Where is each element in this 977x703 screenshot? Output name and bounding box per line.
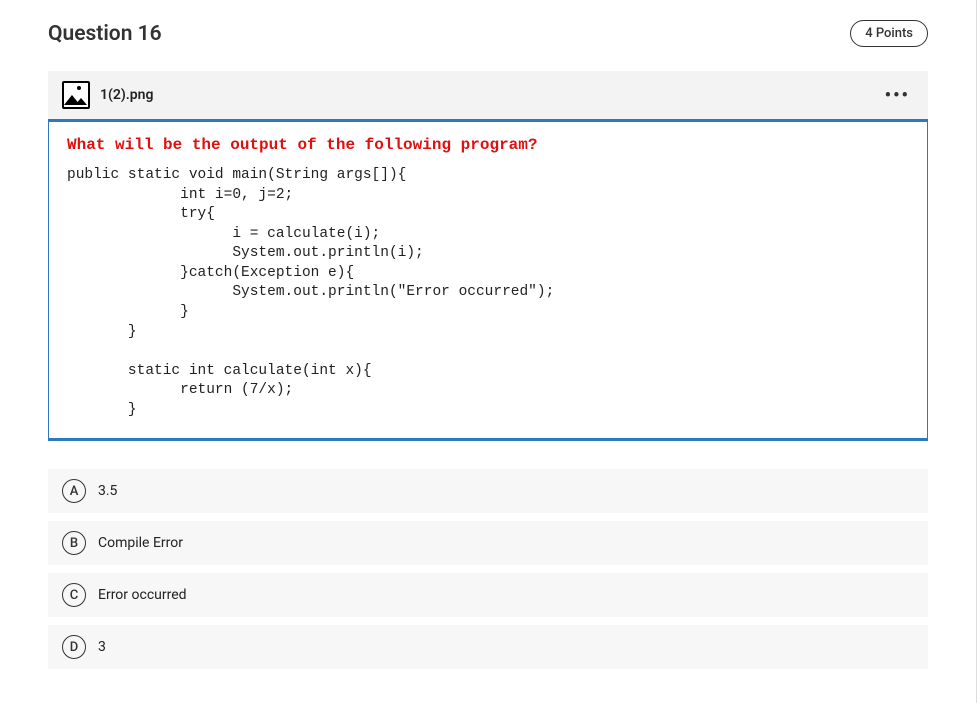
option-text: Error occurred: [98, 587, 187, 603]
image-icon: [62, 81, 90, 109]
answer-option-d[interactable]: D 3: [48, 625, 928, 669]
section-divider: [48, 439, 928, 441]
attachment-left: 1(2).png: [62, 81, 153, 109]
option-text: 3.5: [98, 483, 117, 499]
points-badge: 4 Points: [850, 20, 928, 47]
option-bubble: D: [62, 635, 86, 659]
answer-option-c[interactable]: C Error occurred: [48, 573, 928, 617]
attachment-bar: 1(2).png •••: [48, 71, 928, 121]
question-header: Question 16 4 Points: [48, 20, 928, 47]
answer-option-b[interactable]: B Compile Error: [48, 521, 928, 565]
question-body: What will be the output of the following…: [48, 121, 928, 439]
question-prompt: What will be the output of the following…: [67, 136, 909, 154]
answer-option-a[interactable]: A 3.5: [48, 469, 928, 513]
option-text: 3: [98, 639, 106, 655]
question-page: Question 16 4 Points 1(2).png ••• What w…: [0, 0, 977, 703]
code-block: public static void main(String args[]){ …: [67, 166, 909, 420]
option-text: Compile Error: [98, 535, 183, 551]
option-bubble: B: [62, 531, 86, 555]
question-title: Question 16: [48, 22, 162, 46]
attachment-filename: 1(2).png: [100, 87, 153, 103]
more-options-icon[interactable]: •••: [881, 85, 914, 106]
option-bubble: A: [62, 479, 86, 503]
option-bubble: C: [62, 583, 86, 607]
answer-options: A 3.5 B Compile Error C Error occurred D…: [48, 469, 928, 669]
